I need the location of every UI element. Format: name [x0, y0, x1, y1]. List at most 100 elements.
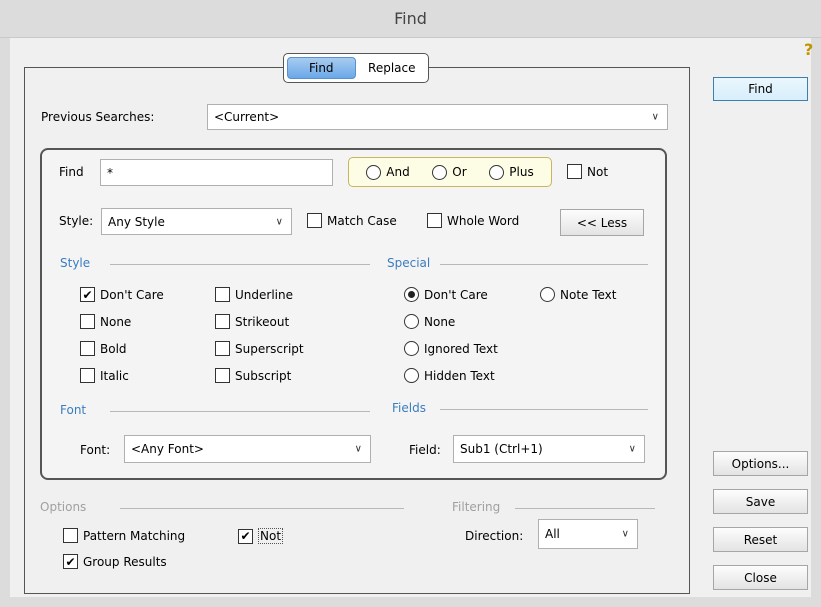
checkbox-icon	[80, 368, 95, 383]
direction-select[interactable]: All ∨	[538, 519, 638, 549]
options-button[interactable]: Options...	[713, 451, 808, 476]
and-radio[interactable]: And	[366, 164, 410, 180]
whole-word-label: Whole Word	[447, 213, 520, 228]
group-results-checkbox[interactable]: ✔ Group Results	[63, 554, 167, 569]
field-label: Field:	[409, 443, 441, 457]
chevron-down-icon: ∨	[651, 111, 659, 123]
special-hidden-text-radio[interactable]: Hidden Text	[404, 368, 495, 383]
less-button[interactable]: << Less	[560, 209, 644, 236]
pattern-matching-label: Pattern Matching	[83, 528, 186, 543]
plus-label: Plus	[509, 165, 534, 179]
filtering-group-title: Filtering	[452, 500, 501, 514]
save-button[interactable]: Save	[713, 489, 808, 514]
direction-label: Direction:	[465, 529, 524, 543]
fields-group-title: Fields	[392, 401, 426, 415]
options-not-label: Not	[258, 528, 284, 544]
find-not-checkbox[interactable]: Not	[567, 164, 608, 179]
style-superscript-label: Superscript	[235, 341, 304, 356]
style-italic-label: Italic	[100, 368, 129, 383]
style-group-title: Style	[60, 256, 91, 270]
help-icon[interactable]: ?	[804, 40, 813, 59]
style-label: Style:	[59, 214, 94, 228]
style-italic-checkbox[interactable]: Italic	[80, 368, 129, 383]
checkbox-icon	[215, 368, 230, 383]
style-subscript-checkbox[interactable]: Subscript	[215, 368, 291, 383]
style-subscript-label: Subscript	[235, 368, 292, 383]
whole-word-checkbox[interactable]: Whole Word	[427, 213, 519, 228]
checkbox-icon	[63, 528, 78, 543]
style-none-checkbox[interactable]: None	[80, 314, 131, 329]
reset-button[interactable]: Reset	[713, 527, 808, 552]
style-bold-label: Bold	[100, 341, 127, 356]
special-note-text-radio[interactable]: Note Text	[540, 287, 617, 302]
radio-icon	[404, 368, 419, 383]
special-group-divider	[440, 264, 648, 265]
or-radio[interactable]: Or	[432, 164, 467, 180]
filtering-group-divider	[515, 508, 655, 509]
field-select-value: Sub1 (Ctrl+1)	[460, 442, 543, 456]
font-group-divider	[110, 411, 370, 412]
checkbox-icon	[567, 164, 582, 179]
window-frame-right	[811, 38, 821, 607]
chevron-down-icon: ∨	[354, 443, 362, 455]
style-strikeout-checkbox[interactable]: Strikeout	[215, 314, 289, 329]
font-select[interactable]: <Any Font> ∨	[124, 435, 371, 463]
chevron-down-icon: ∨	[621, 528, 629, 540]
pattern-matching-checkbox[interactable]: Pattern Matching	[63, 528, 185, 543]
or-label: Or	[452, 165, 467, 179]
radio-icon	[489, 164, 505, 180]
style-superscript-checkbox[interactable]: Superscript	[215, 341, 304, 356]
special-dont-care-label: Don't Care	[424, 287, 488, 302]
window-frame-bottom	[0, 597, 821, 607]
and-label: And	[386, 165, 410, 179]
chevron-down-icon: ∨	[628, 443, 636, 455]
font-select-value: <Any Font>	[131, 442, 204, 456]
radio-icon	[540, 287, 555, 302]
style-group-divider	[110, 264, 370, 265]
special-group-title: Special	[387, 256, 431, 270]
tab-replace[interactable]: Replace	[359, 57, 426, 79]
match-case-checkbox[interactable]: Match Case	[307, 213, 397, 228]
match-case-label: Match Case	[327, 213, 397, 228]
direction-select-value: All	[545, 527, 560, 541]
font-label: Font:	[80, 443, 111, 457]
check-icon: ✔	[238, 528, 253, 544]
special-none-radio[interactable]: None	[404, 314, 455, 329]
checkbox-icon	[80, 341, 95, 356]
check-icon: ✔	[80, 287, 95, 302]
checkbox-icon	[427, 213, 442, 228]
special-ignored-text-radio[interactable]: Ignored Text	[404, 341, 498, 356]
checkbox-icon	[215, 287, 230, 302]
radio-selected-icon	[404, 287, 419, 302]
find-input-value: *	[107, 165, 113, 180]
find-button[interactable]: Find	[713, 77, 808, 101]
close-button[interactable]: Close	[713, 565, 808, 590]
fields-group-divider	[440, 409, 648, 410]
plus-radio[interactable]: Plus	[489, 164, 534, 180]
checkbox-icon	[307, 213, 322, 228]
group-results-label: Group Results	[83, 554, 167, 569]
radio-icon	[366, 164, 382, 180]
tab-find[interactable]: Find	[287, 57, 356, 79]
options-group-divider	[120, 508, 404, 509]
field-select[interactable]: Sub1 (Ctrl+1) ∨	[453, 435, 645, 463]
special-dont-care-radio[interactable]: Don't Care	[404, 287, 488, 302]
checkbox-icon	[215, 314, 230, 329]
options-not-checkbox[interactable]: ✔ Not	[238, 528, 284, 544]
find-label: Find	[59, 165, 84, 179]
special-note-text-label: Note Text	[560, 287, 617, 302]
style-underline-checkbox[interactable]: Underline	[215, 287, 293, 302]
style-select-value: Any Style	[108, 214, 165, 229]
checkbox-icon	[80, 314, 95, 329]
style-dont-care-checkbox[interactable]: ✔ Don't Care	[80, 287, 164, 302]
window-frame-left	[0, 38, 10, 607]
style-bold-checkbox[interactable]: Bold	[80, 341, 127, 356]
find-input[interactable]: *	[100, 159, 333, 186]
style-select[interactable]: Any Style ∨	[101, 208, 292, 235]
special-hidden-text-label: Hidden Text	[424, 368, 495, 383]
special-ignored-text-label: Ignored Text	[424, 341, 498, 356]
check-icon: ✔	[63, 554, 78, 569]
previous-searches-select[interactable]: <Current> ∨	[207, 104, 668, 130]
checkbox-icon	[215, 341, 230, 356]
special-none-label: None	[424, 314, 456, 329]
